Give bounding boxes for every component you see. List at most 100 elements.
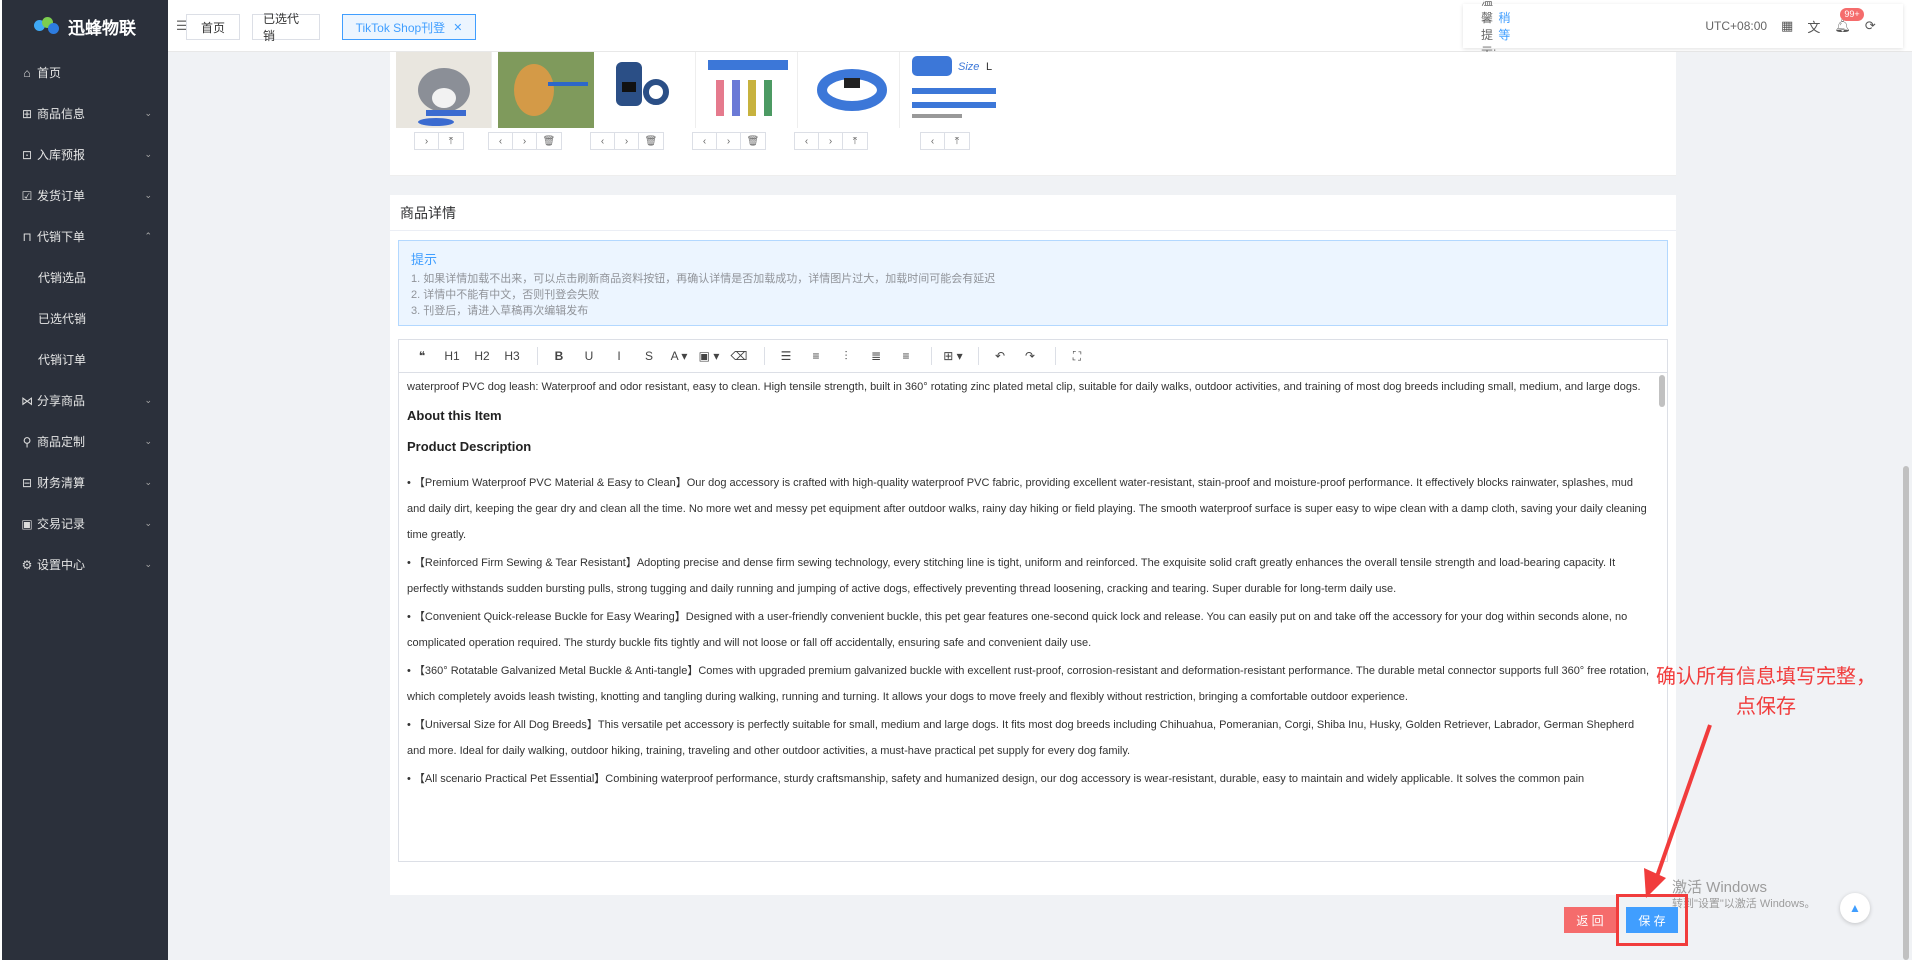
page-scrollbar[interactable] xyxy=(1903,466,1909,960)
refresh-icon[interactable]: ⟳ xyxy=(1865,18,1876,34)
alert-line: 1. 如果详情加载不出来，可以点击刷新商品资料按钮，再确认详情是否加载成功，详情… xyxy=(411,273,996,285)
move-right-icon[interactable]: › xyxy=(615,133,639,149)
chevron-icon: ⌄ xyxy=(144,395,152,405)
back-to-top-icon[interactable]: ▲ xyxy=(1840,893,1870,923)
tab-tiktok-shop-listing[interactable]: TikTok Shop刊登 ✕ xyxy=(342,14,476,40)
quote-icon[interactable]: ❝ xyxy=(409,345,435,367)
gift-icon: ⊞ xyxy=(21,106,33,121)
fullscreen-icon[interactable]: ⛶ xyxy=(1064,345,1090,367)
move-right-icon[interactable]: › xyxy=(819,133,843,149)
align-left-icon[interactable]: ⫶ xyxy=(833,345,859,367)
move-left-icon[interactable]: ‹ xyxy=(591,133,615,149)
set-main-icon[interactable]: ⤒ xyxy=(843,133,867,149)
tab-selected-consignment[interactable]: 已选代销 xyxy=(252,12,320,43)
settings-icon: ⚙ xyxy=(21,557,33,572)
tip-link[interactable]: 稍等 xyxy=(1498,9,1510,43)
italic-icon[interactable]: I xyxy=(606,345,632,367)
product-image[interactable] xyxy=(804,52,900,128)
annotation-arrow xyxy=(1644,724,1712,898)
move-right-icon[interactable]: › xyxy=(415,133,439,149)
logo[interactable]: 迅蜂物联 xyxy=(2,0,168,52)
undo-icon[interactable]: ↶ xyxy=(987,345,1013,367)
move-right-icon[interactable]: › xyxy=(513,133,537,149)
sidebar-item-9[interactable]: ⚲ 商品定制 ⌄ xyxy=(2,421,168,462)
product-image[interactable]: Size L xyxy=(906,52,1002,128)
sidebar-item-6[interactable]: 已选代销 xyxy=(2,298,168,339)
move-left-icon[interactable]: ‹ xyxy=(489,133,513,149)
align-center-icon[interactable]: ≣ xyxy=(863,345,889,367)
sidebar-item-4[interactable]: ⊓ 代销下单 ⌃ xyxy=(2,216,168,257)
logo-icon xyxy=(34,17,60,35)
shipping-order-icon: ☑ xyxy=(21,188,33,203)
delete-icon[interactable]: 🗑 xyxy=(537,133,561,149)
sidebar-item-3[interactable]: ☑ 发货订单 ⌄ xyxy=(2,175,168,216)
product-image[interactable] xyxy=(498,52,594,128)
editor-scrollbar[interactable] xyxy=(1659,375,1665,407)
sidebar-item-12[interactable]: ⚙ 设置中心 ⌄ xyxy=(2,544,168,585)
chevron-icon: ⌄ xyxy=(144,477,152,487)
alert-line: 3. 刊登后，请进入草稿再次编辑发布 xyxy=(411,305,589,317)
underline-icon[interactable]: U xyxy=(576,345,602,367)
tip-alert: 提示 1. 如果详情加载不出来，可以点击刷新商品资料按钮，再确认详情是否加载成功… xyxy=(398,240,1668,326)
notification-badge: 99+ xyxy=(1840,8,1864,21)
chevron-icon: ⌄ xyxy=(144,436,152,446)
back-button[interactable]: 返 回 xyxy=(1564,907,1616,933)
sidebar-item-7[interactable]: 代销订单 xyxy=(2,339,168,380)
move-right-icon[interactable]: › xyxy=(717,133,741,149)
delete-icon[interactable]: 🗑 xyxy=(639,133,663,149)
customize-icon: ⚲ xyxy=(22,434,32,449)
font-color-icon[interactable]: A ▾ xyxy=(666,345,692,367)
chevron-icon: ⌄ xyxy=(144,559,152,569)
grid-icon[interactable]: ▦ xyxy=(1781,18,1793,34)
rich-text-editor[interactable]: waterproof PVC dog leash: Waterproof and… xyxy=(398,373,1668,862)
editor-bullets: • 【Premium Waterproof PVC Material & Eas… xyxy=(407,470,1651,792)
share-icon: ⋈ xyxy=(21,393,33,408)
editor-heading: About this Item xyxy=(407,408,502,423)
editor-bullet: • 【360° Rotatable Galvanized Metal Buckl… xyxy=(407,665,1650,703)
product-image[interactable] xyxy=(600,52,696,128)
sidebar-item-10[interactable]: ⊟ 财务清算 ⌄ xyxy=(2,462,168,503)
clear-format-icon[interactable]: ⌫ xyxy=(726,345,752,367)
sidebar-item-0[interactable]: ⌂ 首页 xyxy=(2,52,168,93)
move-left-icon[interactable]: ‹ xyxy=(921,133,945,149)
editor-heading: Product Description xyxy=(407,439,532,454)
product-image[interactable] xyxy=(396,52,492,128)
home-icon: ⌂ xyxy=(23,65,31,80)
sidebar-item-label: 分享商品 xyxy=(37,394,86,408)
sidebar-item-8[interactable]: ⋈ 分享商品 ⌄ xyxy=(2,380,168,421)
husky-image xyxy=(418,68,470,126)
tab-home[interactable]: 首页 xyxy=(186,14,240,40)
redo-icon[interactable]: ↷ xyxy=(1017,345,1043,367)
sidebar-item-2[interactable]: ⊡ 入库预报 ⌄ xyxy=(2,134,168,175)
delete-icon[interactable]: 🗑 xyxy=(741,133,765,149)
top-bar: ☰ 首页 已选代销 TikTok Shop刊登 ✕ 温馨提示: 稍等 UTC+0… xyxy=(168,0,1912,59)
set-main-icon[interactable]: ⤒ xyxy=(439,133,463,149)
sidebar-item-label: 代销下单 xyxy=(37,230,86,244)
toolbar-divider xyxy=(978,347,979,365)
bullet-list-icon[interactable]: ☰ xyxy=(773,345,799,367)
sidebar-item-11[interactable]: ▣ 交易记录 ⌄ xyxy=(2,503,168,544)
translate-icon[interactable]: 文 xyxy=(1807,17,1820,36)
h3-button[interactable]: H3 xyxy=(499,345,525,367)
set-main-icon[interactable]: ⤒ xyxy=(945,133,969,149)
h1-button[interactable]: H1 xyxy=(439,345,465,367)
bell-icon[interactable]: 🔔︎ 99+ xyxy=(1834,8,1864,34)
move-left-icon[interactable]: ‹ xyxy=(693,133,717,149)
align-right-icon[interactable]: ≡ xyxy=(893,345,919,367)
strikethrough-icon[interactable]: S xyxy=(636,345,662,367)
app-window: 迅蜂物联 ⌂ 首页 ⊞ 商品信息 ⌄ ⊡ 入库预报 ⌄ ☑ 发货订单 ⌄ ⊓ 代销下单 ⌃ 代销选品 已选代销… xyxy=(0,0,1912,961)
sidebar-item-5[interactable]: 代销选品 xyxy=(2,257,168,298)
table-icon[interactable]: ⊞ ▾ xyxy=(940,345,966,367)
product-image[interactable] xyxy=(702,52,798,128)
move-left-icon[interactable]: ‹ xyxy=(795,133,819,149)
sidebar-item-1[interactable]: ⊞ 商品信息 ⌄ xyxy=(2,93,168,134)
toolbar-divider xyxy=(931,347,932,365)
bold-icon[interactable]: B xyxy=(546,345,572,367)
background-color-icon[interactable]: ▣ ▾ xyxy=(696,345,722,367)
numbered-list-icon[interactable]: ≡ xyxy=(803,345,829,367)
h2-button[interactable]: H2 xyxy=(469,345,495,367)
editor-intro: waterproof PVC dog leash: Waterproof and… xyxy=(407,381,1641,393)
sidebar-item-label: 发货订单 xyxy=(37,189,86,203)
close-icon[interactable]: ✕ xyxy=(453,21,462,34)
timezone-label[interactable]: UTC+08:00 xyxy=(1705,19,1767,33)
